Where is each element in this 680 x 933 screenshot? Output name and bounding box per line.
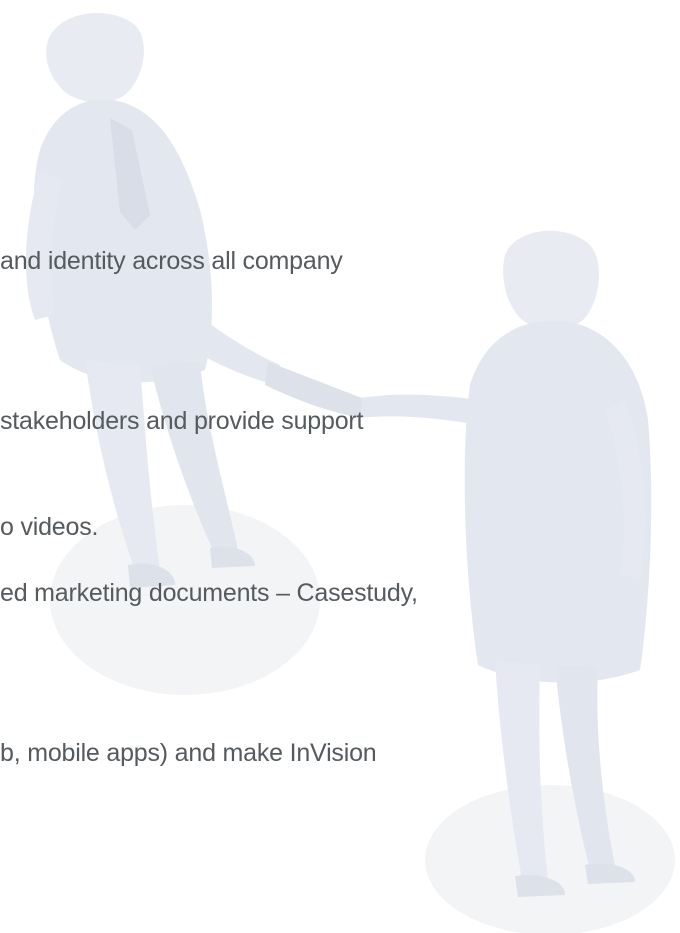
text-line-mobile-apps: b, mobile apps) and make InVision: [0, 739, 377, 767]
text-line-stakeholders: stakeholders and provide support: [0, 407, 364, 435]
text-line-videos: o videos.: [0, 513, 99, 541]
text-line-marketing-documents: ed marketing documents – Casestudy,: [0, 579, 418, 607]
document-text-layer: and identity across all company stakehol…: [0, 0, 680, 933]
text-line-brand-identity: and identity across all company: [0, 247, 343, 275]
